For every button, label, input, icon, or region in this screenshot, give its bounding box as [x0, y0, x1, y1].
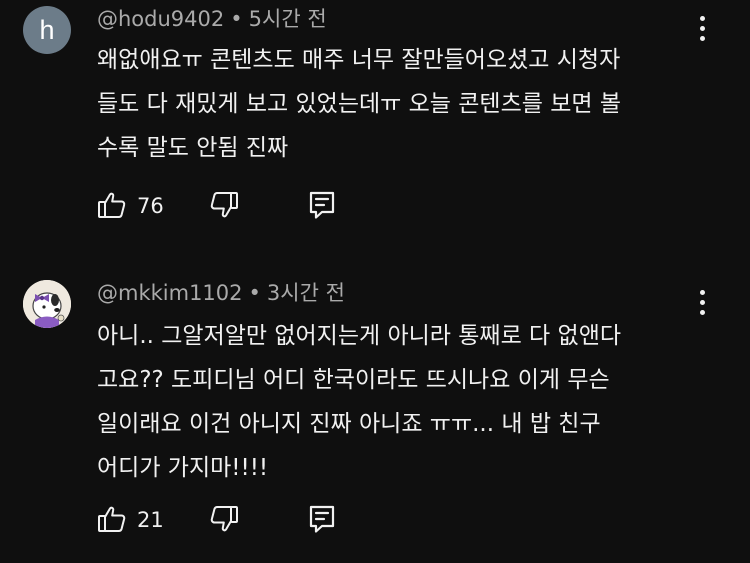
- comment-text: 아니.. 그알저알만 없어지는게 아니라 통째로 다 없앤다 고요?? 도피디님…: [97, 323, 622, 481]
- more-vertical-icon: [700, 290, 705, 295]
- timestamp[interactable]: 5시간 전: [249, 7, 327, 31]
- more-vertical-icon: [700, 16, 705, 21]
- comment-reply-icon: [309, 505, 335, 533]
- dislike-button[interactable]: [209, 504, 241, 536]
- thumb-up-icon: [98, 192, 126, 218]
- meta-separator: •: [230, 7, 243, 31]
- like-count: 76: [137, 194, 164, 218]
- thumb-up-icon: [98, 506, 126, 532]
- like-button[interactable]: [97, 190, 129, 222]
- character-avatar-icon: [23, 280, 71, 328]
- meta-separator: •: [248, 281, 261, 305]
- comment-meta: @hodu9402 • 5시간 전: [97, 6, 327, 32]
- comment-text: 왜없애요ㅠ 콘텐츠도 매주 너무 잘만들어오셨고 시청자 들도 다 재밌게 보고…: [97, 47, 622, 161]
- comment-reply-icon: [309, 191, 335, 219]
- avatar[interactable]: [23, 280, 71, 328]
- reply-button[interactable]: [309, 190, 337, 222]
- dislike-button[interactable]: [209, 190, 241, 222]
- timestamp[interactable]: 3시간 전: [267, 281, 345, 305]
- reply-button[interactable]: [309, 504, 337, 536]
- thumb-down-icon: [210, 506, 238, 532]
- author-handle[interactable]: @mkkim1102: [97, 281, 243, 305]
- comment-meta: @mkkim1102 • 3시간 전: [97, 280, 345, 306]
- author-handle[interactable]: @hodu9402: [97, 7, 224, 31]
- comment-thread: h @hodu9402 • 5시간 전 왜없애요ㅠ 콘텐츠도 매주 너무 잘만들어오…: [0, 0, 750, 563]
- like-button[interactable]: [97, 504, 129, 536]
- like-count: 21: [137, 508, 164, 532]
- avatar[interactable]: h: [23, 6, 71, 54]
- thumb-down-icon: [210, 192, 238, 218]
